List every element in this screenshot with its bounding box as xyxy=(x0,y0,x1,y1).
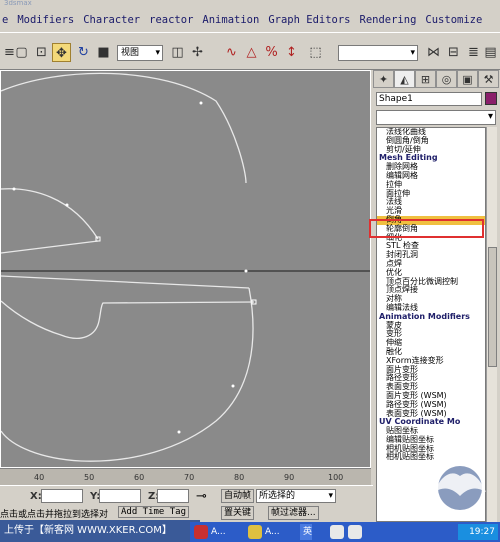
timeline-tick: 40 xyxy=(34,473,45,482)
key-icon[interactable]: ⊸ xyxy=(196,489,207,504)
spinner-snap-icon[interactable]: ↕ xyxy=(282,43,301,62)
y-coordinate-field[interactable] xyxy=(99,489,141,503)
menu-reactor[interactable]: reactor xyxy=(149,14,193,26)
timeline-tick: 50 xyxy=(84,473,95,482)
app-icon[interactable] xyxy=(194,525,208,539)
motion-icon[interactable]: ◎ xyxy=(436,70,457,88)
viewport-front[interactable] xyxy=(0,70,371,468)
upload-watermark: 上传于【新客网 WWW.XKER.COM】 xyxy=(0,520,200,542)
spline-shape xyxy=(1,72,370,462)
select-move-icon[interactable]: ✥ xyxy=(52,43,71,62)
menu-character[interactable]: Character xyxy=(83,14,140,26)
window-title-strip: 3dsmax xyxy=(0,0,500,10)
select-rotate-icon[interactable]: ↻ xyxy=(74,43,93,62)
time-slider[interactable]: 40 50 60 70 80 90 100 xyxy=(0,468,371,485)
timeline-tick: 100 xyxy=(328,473,344,482)
hierarchy-icon[interactable]: ⊞ xyxy=(415,70,436,88)
object-name-field[interactable]: Shape1 xyxy=(376,92,482,106)
select-object-icon[interactable]: ▢ xyxy=(12,43,31,62)
menu-modifiers[interactable]: Modifiers xyxy=(17,14,74,26)
select-region-icon[interactable]: ⊡ xyxy=(32,43,51,62)
taskbar-item[interactable]: A... xyxy=(262,524,280,540)
selection-filter-select[interactable]: 所选择的 xyxy=(256,489,336,503)
curve-editor-icon[interactable]: ▤ xyxy=(481,43,500,62)
object-color-swatch[interactable] xyxy=(485,92,497,105)
reference-coord-select[interactable]: 视图 xyxy=(117,45,163,61)
command-panel-tabs: ✦ ◭ ⊞ ◎ ▣ ⚒ xyxy=(373,70,500,88)
set-key-button[interactable]: 置关键 xyxy=(221,506,255,520)
selection-highlight-outline xyxy=(369,219,484,238)
modifier-list-dropdown[interactable] xyxy=(376,110,496,125)
timeline-tick: 60 xyxy=(134,473,145,482)
menu-bar: e Modifiers Character reactor Animation … xyxy=(0,10,500,30)
display-icon[interactable]: ▣ xyxy=(457,70,478,88)
timeline-tick: 80 xyxy=(234,473,245,482)
menu-edit[interactable]: e xyxy=(2,14,8,26)
select-scale-icon[interactable]: ■ xyxy=(94,43,113,62)
site-logo xyxy=(434,466,486,510)
windows-taskbar: A... A... 英 19:27 xyxy=(190,522,500,542)
tray-icon[interactable] xyxy=(348,525,362,539)
timeline-tick: 90 xyxy=(284,473,295,482)
reference-coord-value: 视图 xyxy=(121,48,140,58)
mirror-icon[interactable]: ⋈ xyxy=(424,43,443,62)
angle-snap-icon[interactable]: △ xyxy=(242,43,261,62)
named-selection-select[interactable] xyxy=(338,45,418,61)
menu-graph-editors[interactable]: Graph Editors xyxy=(268,14,350,26)
main-toolbar: ≡ ▢ ⊡ ✥ ↻ ■ 视图 ◫ ✢ ∿ △ % ↕ ⬚ ⋈ ⊟ ≣ ▤ xyxy=(0,32,500,70)
utilities-icon[interactable]: ⚒ xyxy=(478,70,499,88)
auto-key-button[interactable]: 自动帧 xyxy=(221,489,255,503)
app-icon[interactable] xyxy=(248,525,262,539)
tray-icon[interactable] xyxy=(330,525,344,539)
align-icon[interactable]: ⊟ xyxy=(444,43,463,62)
z-coordinate-field[interactable] xyxy=(157,489,189,503)
key-filters-button[interactable]: 帧过滤器... xyxy=(268,506,319,520)
menu-rendering[interactable]: Rendering xyxy=(360,14,417,26)
percent-snap-icon[interactable]: % xyxy=(262,43,281,62)
status-bar: X: Y: Z: ⊸ 自动帧 所选择的 置关键 帧过滤器... 点击或点击并拖拉… xyxy=(0,485,373,522)
prompt-text: 点击或点击并拖拉到选择对 xyxy=(0,510,109,520)
add-time-tag-button[interactable]: Add Time Tag xyxy=(118,506,190,518)
menu-animation[interactable]: Animation xyxy=(202,14,259,26)
scrollbar-thumb[interactable] xyxy=(488,247,497,367)
taskbar-item[interactable]: A... xyxy=(208,524,226,540)
system-clock: 19:27 xyxy=(458,524,498,540)
x-coordinate-field[interactable] xyxy=(41,489,83,503)
manipulate-icon[interactable]: ✢ xyxy=(188,43,207,62)
pivot-center-icon[interactable]: ◫ xyxy=(168,43,187,62)
ime-indicator[interactable]: 英 xyxy=(300,524,313,540)
timeline-tick: 70 xyxy=(184,473,195,482)
x-label: X: xyxy=(30,491,42,502)
window-title: 3dsmax xyxy=(4,0,32,7)
menu-customize[interactable]: Customize xyxy=(425,14,482,26)
modify-icon[interactable]: ◭ xyxy=(394,70,415,88)
named-sets-icon[interactable]: ⬚ xyxy=(306,43,325,62)
create-icon[interactable]: ✦ xyxy=(373,70,394,88)
snap-toggle-icon[interactable]: ∿ xyxy=(222,43,241,62)
